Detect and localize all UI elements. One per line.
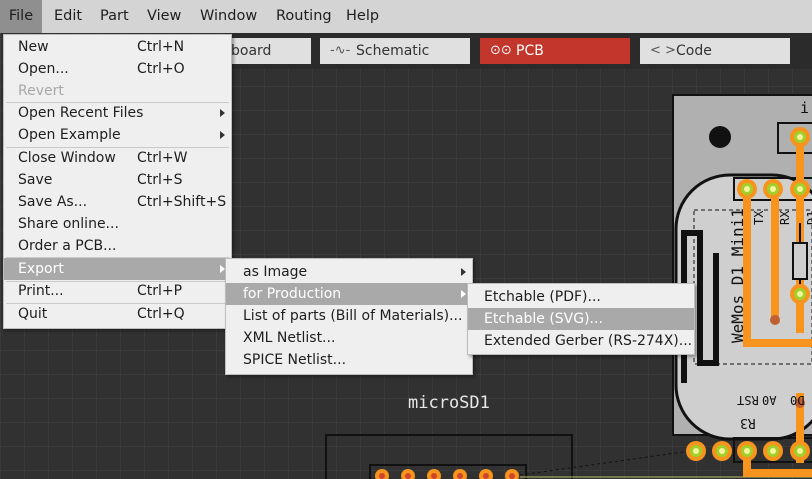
production-submenu: Etchable (PDF)... Etchable (SVG)... Exte… [467,283,695,355]
pin-label-rx: RX [778,210,792,225]
pcb-icon: ⊙⊙ [490,43,512,58]
menu-file[interactable]: File [0,0,42,33]
tab-schematic[interactable]: -∿- Schematic [320,38,470,64]
menu-item-close-window[interactable]: Close Window Ctrl+W [4,147,231,169]
microsd-outline [325,434,573,479]
menu-edit[interactable]: Edit [54,0,82,33]
menu-item-share-online[interactable]: Share online... [4,213,231,235]
menu-item-new[interactable]: New Ctrl+N [4,36,231,58]
view-tab-strip: board -∿- Schematic ⊙⊙ PCB < > Code [225,33,812,69]
submenu-arrow-icon [461,290,466,298]
menu-item-export[interactable]: Export [4,258,231,280]
tab-label: PCB [516,43,544,59]
menu-help[interactable]: Help [346,0,379,33]
code-icon: < > [650,43,676,58]
pin-label-d0: D0 [790,393,805,407]
menu-item-open-example[interactable]: Open Example [4,124,231,146]
submenu-arrow-icon [220,131,225,139]
export-submenu: as Image for Production List of parts (B… [225,258,473,375]
tab-label: Code [676,43,712,59]
pin-label-tx: TX [752,210,766,225]
menu-item-open-recent[interactable]: Open Recent Files [4,102,231,124]
microsd-pads [375,469,519,479]
menu-item-etchable-pdf[interactable]: Etchable (PDF)... [468,286,694,308]
menu-window[interactable]: Window [200,0,257,33]
menu-item-save-as[interactable]: Save As... Ctrl+Shift+S [4,191,231,213]
menu-item-etchable-svg[interactable]: Etchable (SVG)... [468,308,694,330]
menu-item-xml-netlist[interactable]: XML Netlist... [226,327,472,349]
menu-part[interactable]: Part [100,0,129,33]
menu-routing[interactable]: Routing [276,0,332,33]
pin-label-r3: R3 [740,415,756,430]
file-menu: New Ctrl+N Open... Ctrl+O Revert Open Re… [3,34,232,329]
menu-view[interactable]: View [147,0,181,33]
tab-label: Schematic [356,43,430,59]
schematic-icon: -∿- [330,43,351,58]
menu-item-save[interactable]: Save Ctrl+S [4,169,231,191]
corner-label: i [800,99,810,117]
wemos-label: WeMos D1 Mini1 [728,208,747,343]
submenu-arrow-icon [461,268,466,276]
pin-label-d1: D1 [805,210,812,225]
menu-bar: File Edit Part View Window Routing Help [0,0,812,33]
menu-item-as-image[interactable]: as Image [226,261,472,283]
menu-item-order-pcb[interactable]: Order a PCB... [4,235,231,257]
menu-item-open[interactable]: Open... Ctrl+O [4,58,231,80]
microsd-label: microSD1 [408,393,490,413]
pin-label-a0: A0 [762,393,777,407]
menu-item-bill-of-materials[interactable]: List of parts (Bill of Materials)... [226,305,472,327]
pin-label-rst: RST [737,393,759,407]
menu-item-for-production[interactable]: for Production [226,283,472,305]
menu-item-spice-netlist[interactable]: SPICE Netlist... [226,349,472,371]
menu-item-revert: Revert [18,83,64,99]
tab-label: board [231,43,272,59]
menu-item-extended-gerber[interactable]: Extended Gerber (RS-274X)... [468,330,694,352]
menu-item-print[interactable]: Print... Ctrl+P [4,280,231,302]
submenu-arrow-icon [220,109,225,117]
tab-code[interactable]: < > Code [640,38,790,64]
tab-breadboard[interactable]: board [225,38,311,64]
menu-item-quit[interactable]: Quit Ctrl+Q [4,303,231,325]
tab-pcb[interactable]: ⊙⊙ PCB [480,38,630,64]
